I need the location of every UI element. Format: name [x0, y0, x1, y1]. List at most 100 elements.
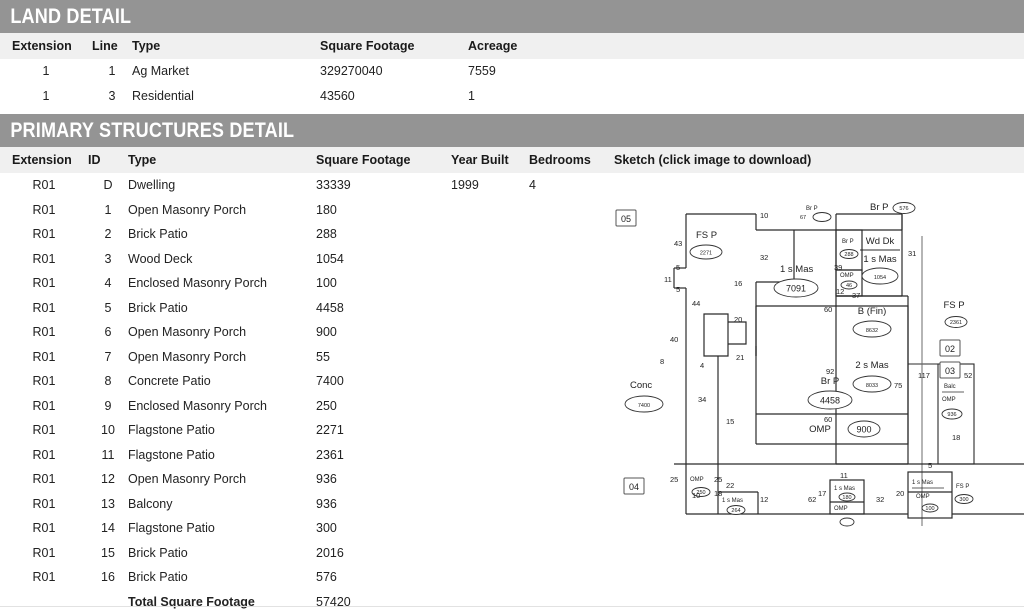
primary-cell-year-built — [451, 540, 529, 565]
primary-cell-square-footage: 100 — [316, 271, 451, 296]
sketch-label-brp-576: Br P — [870, 202, 888, 213]
svg-text:5: 5 — [676, 285, 680, 294]
primary-cell-id: 13 — [88, 491, 128, 516]
primary-cell-square-footage: 936 — [316, 467, 451, 492]
primary-cell-square-footage: 300 — [316, 516, 451, 541]
svg-text:4: 4 — [700, 361, 704, 370]
svg-text:5: 5 — [676, 263, 680, 272]
svg-text:75: 75 — [894, 381, 902, 390]
sketch-value-8632: 8632 — [866, 328, 878, 334]
primary-cell-extension: R01 — [0, 565, 88, 590]
total-square-footage-label: Total Square Footage — [128, 589, 316, 611]
sketch-value-4458: 4458 — [820, 396, 840, 406]
primary-cell-id: 6 — [88, 320, 128, 345]
sketch-value-2361: 2361 — [950, 320, 962, 326]
total-spacer — [451, 589, 529, 611]
sketch-label-wddk: Wd Dk — [866, 236, 895, 247]
land-cell-line: 3 — [92, 83, 132, 108]
primary-cell-extension: R01 — [0, 271, 88, 296]
land-table-header-row: Extension Line Type Square Footage Acrea… — [0, 33, 1024, 59]
sketch-label-1smas-100: 1 s Mas — [912, 480, 933, 486]
primary-cell-year-built — [451, 442, 529, 467]
svg-text:8: 8 — [660, 357, 664, 366]
svg-text:34: 34 — [698, 395, 706, 404]
primary-cell-year-built — [451, 565, 529, 590]
sketch-label-conc: Conc — [630, 380, 652, 391]
primary-cell-type: Open Masonry Porch — [128, 197, 316, 222]
total-spacer — [529, 589, 614, 611]
primary-cell-extension: R01 — [0, 516, 88, 541]
svg-text:25: 25 — [714, 475, 722, 484]
primary-cell-bedrooms — [529, 418, 614, 443]
sketch-label-omp-46: OMP — [840, 273, 854, 279]
land-detail-title: LAND DETAIL — [0, 0, 1024, 33]
land-cell-spacer — [588, 83, 1024, 108]
sketch-value-7400: 7400 — [638, 403, 650, 409]
primary-cell-type: Brick Patio — [128, 540, 316, 565]
sketch-value-46: 46 — [846, 283, 852, 289]
land-detail-banner: LAND DETAIL — [0, 0, 1024, 33]
primary-cell-id: 11 — [88, 442, 128, 467]
svg-text:60: 60 — [824, 305, 832, 314]
primary-cell-year-built — [451, 295, 529, 320]
primary-cell-id: 16 — [88, 565, 128, 590]
primary-cell-id: 1 — [88, 197, 128, 222]
sketch-tag-03: 03 — [945, 366, 955, 376]
svg-text:32: 32 — [760, 253, 768, 262]
primary-cell-square-footage: 576 — [316, 565, 451, 590]
total-square-footage-value: 57420 — [316, 589, 451, 611]
primary-cell-bedrooms — [529, 442, 614, 467]
primary-cell-id: 7 — [88, 344, 128, 369]
primary-cell-type: Dwelling — [128, 173, 316, 198]
primary-cell-bedrooms: 4 — [529, 173, 614, 198]
primary-cell-bedrooms — [529, 393, 614, 418]
svg-text:25: 25 — [670, 475, 678, 484]
svg-text:12: 12 — [836, 287, 844, 296]
primary-col-id: ID — [88, 147, 128, 173]
primary-cell-bedrooms — [529, 516, 614, 541]
sketch-value-288: 288 — [844, 252, 853, 258]
sketch-image[interactable]: 05 04 02 03 FS P 2271 1 s Mas 7091 Br P … — [608, 196, 1024, 551]
primary-cell-extension: R01 — [0, 295, 88, 320]
primary-cell-year-built — [451, 369, 529, 394]
primary-cell-extension: R01 — [0, 467, 88, 492]
sketch-label-brp-top: Br P — [806, 206, 818, 212]
sketch-label-1smas-2: 1 s Mas — [863, 254, 897, 265]
total-spacer — [614, 589, 1024, 611]
primary-cell-type: Balcony — [128, 491, 316, 516]
primary-cell-square-footage: 2016 — [316, 540, 451, 565]
svg-text:22: 22 — [726, 481, 734, 490]
sketch-value-300: 300 — [959, 497, 968, 503]
sketch-value-8033: 8033 — [866, 383, 878, 389]
primary-cell-year-built — [451, 271, 529, 296]
svg-text:11: 11 — [664, 275, 672, 284]
land-cell-type: Ag Market — [132, 59, 320, 84]
primary-cell-year-built — [451, 418, 529, 443]
sketch-label-brp-288: Br P — [842, 239, 854, 245]
primary-cell-id: 8 — [88, 369, 128, 394]
primary-cell-year-built — [451, 344, 529, 369]
sketch-label-fsp-2361: FS P — [943, 300, 964, 311]
sketch-label-brp-4458: Br P — [821, 376, 839, 387]
sketch-label-1smas-1: 1 s Mas — [780, 264, 814, 275]
sketch-label-balc: Balc — [944, 384, 956, 390]
svg-text:12: 12 — [760, 495, 768, 504]
sketch-label-omp-936: OMP — [942, 397, 956, 403]
primary-cell-id: 5 — [88, 295, 128, 320]
land-cell-extension: 1 — [0, 83, 92, 108]
primary-cell-bedrooms — [529, 344, 614, 369]
land-cell-acreage: 1 — [468, 83, 588, 108]
primary-cell-type: Open Masonry Porch — [128, 344, 316, 369]
primary-cell-sketch — [614, 173, 1024, 198]
svg-text:39: 39 — [834, 263, 842, 272]
svg-text:40: 40 — [670, 335, 678, 344]
sketch-value-180: 180 — [842, 495, 851, 501]
svg-text:92: 92 — [826, 367, 834, 376]
primary-cell-year-built — [451, 197, 529, 222]
primary-cell-extension: R01 — [0, 418, 88, 443]
primary-cell-type: Open Masonry Porch — [128, 320, 316, 345]
sketch-tag-02: 02 — [945, 344, 955, 354]
primary-cell-square-footage: 1054 — [316, 246, 451, 271]
svg-text:32: 32 — [876, 495, 884, 504]
primary-cell-extension: R01 — [0, 344, 88, 369]
